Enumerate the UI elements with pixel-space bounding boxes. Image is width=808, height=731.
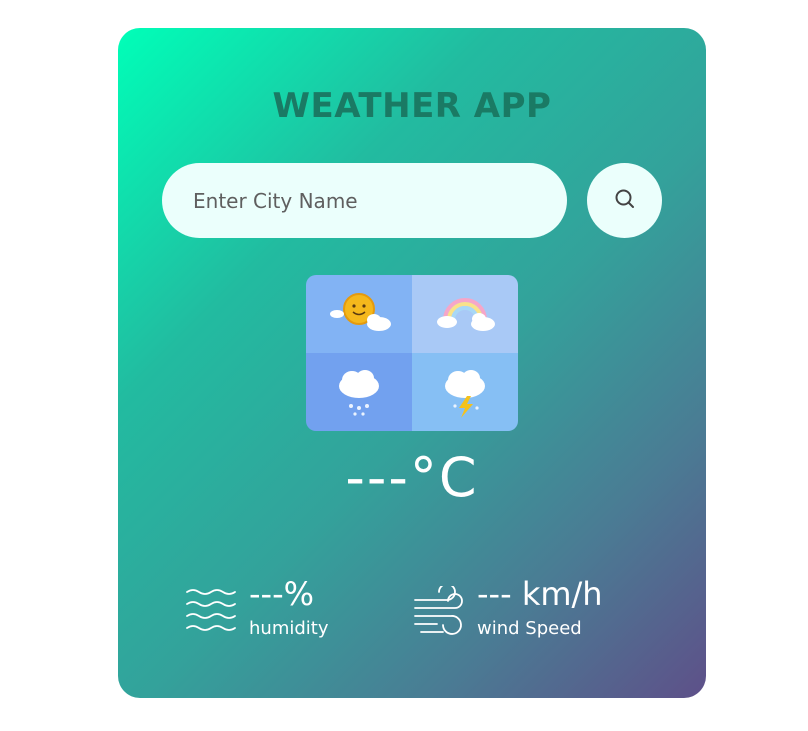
- sun-cloud-icon: [306, 275, 412, 353]
- thunder-cloud-icon: [412, 353, 518, 431]
- humidity-label: humidity: [249, 618, 329, 639]
- temperature-display: ---°C: [345, 446, 479, 509]
- humidity-value: ---%: [249, 575, 315, 613]
- wind-icon: [413, 583, 465, 640]
- search-icon: [614, 188, 636, 213]
- search-button[interactable]: [587, 163, 662, 238]
- humidity-waves-icon: [185, 586, 237, 638]
- wind-speed-label: wind Speed: [477, 618, 582, 639]
- rainbow-cloud-icon: [412, 275, 518, 353]
- weather-card: WEATHER APP Enter City Name ---°C ---% h…: [118, 28, 706, 698]
- city-search-input[interactable]: [162, 163, 567, 238]
- wind-speed-value: --- km/h: [477, 575, 603, 613]
- app-title: WEATHER APP: [272, 86, 552, 126]
- rain-cloud-icon: [306, 353, 412, 431]
- humidity-panel: ---% humidity: [185, 576, 329, 639]
- wind-panel: --- km/h wind Speed: [413, 576, 603, 640]
- weather-image: [306, 275, 518, 431]
